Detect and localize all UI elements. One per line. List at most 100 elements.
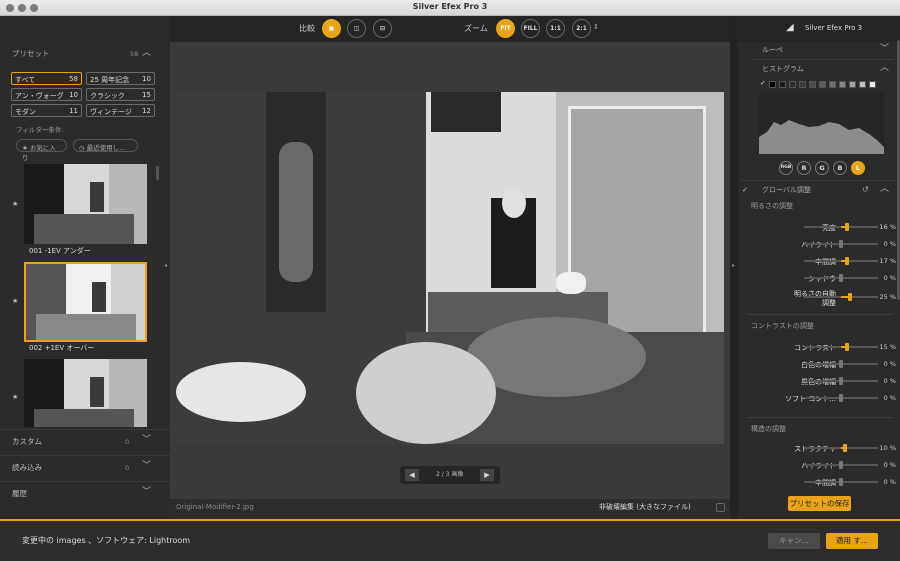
slider-knob[interactable] xyxy=(839,377,843,385)
channel-rgb-button[interactable]: RGB xyxy=(779,161,793,175)
adjustment-slider-row[interactable]: 亮度 16 % xyxy=(742,220,900,234)
tone-swatch[interactable] xyxy=(859,81,866,88)
apply-button[interactable]: 適用 す... xyxy=(826,533,878,549)
chevron-up-icon[interactable]: ︿ xyxy=(880,185,889,194)
chevron-down-icon[interactable]: ﹀ xyxy=(880,45,889,54)
collapse-arrow-icon[interactable]: ◂ xyxy=(164,263,167,269)
tone-swatch[interactable] xyxy=(819,81,826,88)
preset-category-modern[interactable]: モダン 11 xyxy=(11,104,82,117)
slider-knob[interactable] xyxy=(839,478,843,486)
slider-knob[interactable] xyxy=(845,257,849,265)
tone-swatch[interactable] xyxy=(779,81,786,88)
favorite-star-icon[interactable]: ★ xyxy=(12,393,18,401)
compare-single-view-icon[interactable]: ▣ xyxy=(322,19,341,38)
channel-r-button[interactable]: R xyxy=(797,161,811,175)
preset-thumbnail-selected[interactable] xyxy=(24,262,147,342)
adjustment-slider-row[interactable]: 中間調 17 % xyxy=(742,254,900,268)
adjustment-slider-row[interactable]: 明るさの自動調整 25 % xyxy=(742,290,900,308)
collapse-arrow-icon[interactable]: ▸ xyxy=(732,263,735,269)
favorite-star-icon[interactable]: ★ xyxy=(12,200,18,208)
zoom-stepper-icon[interactable]: ⇕ xyxy=(593,24,599,31)
chevron-down-icon: ﹀ xyxy=(142,461,152,471)
slider-knob[interactable] xyxy=(845,223,849,231)
preset-category-vintage[interactable]: ヴィンテージ 12 xyxy=(86,104,155,117)
custom-section[interactable]: カスタム 0 ﹀ xyxy=(0,429,170,455)
channel-g-button[interactable]: G xyxy=(815,161,829,175)
slider-knob[interactable] xyxy=(839,394,843,402)
slider-track[interactable] xyxy=(804,257,878,265)
preset-category-25th[interactable]: 25 周年記念 10 xyxy=(86,72,155,85)
adjustment-slider-row[interactable]: 中間調 0 % xyxy=(742,475,900,489)
slider-track[interactable] xyxy=(804,478,878,486)
global-enable-checkmark-icon[interactable]: ✓ xyxy=(742,187,748,194)
chevron-up-icon[interactable]: ︿ xyxy=(142,49,151,58)
adjustment-slider-row[interactable]: ハイライト 0 % xyxy=(742,237,900,251)
slider-track[interactable] xyxy=(804,343,878,351)
slider-track[interactable] xyxy=(804,461,878,469)
preset-category-all[interactable]: すべて 58 xyxy=(11,72,82,85)
adjustment-slider-row[interactable]: ソフト コント... 0 % xyxy=(742,391,900,405)
slider-value: 0 % xyxy=(883,360,896,368)
slider-knob[interactable] xyxy=(839,274,843,282)
preset-thumbnail[interactable] xyxy=(24,164,147,244)
slider-track[interactable] xyxy=(804,394,878,402)
loupe-section[interactable]: ルーペ xyxy=(762,47,783,54)
presets-header[interactable]: プリセット xyxy=(12,50,50,58)
tone-swatch[interactable] xyxy=(839,81,846,88)
slider-track[interactable] xyxy=(804,293,878,301)
adjustment-slider-row[interactable]: ストラクチャ 10 % xyxy=(742,441,900,455)
tone-swatch[interactable] xyxy=(789,81,796,88)
slider-knob[interactable] xyxy=(839,240,843,248)
slider-knob[interactable] xyxy=(848,293,852,301)
slider-track[interactable] xyxy=(804,274,878,282)
tone-swatch[interactable] xyxy=(799,81,806,88)
zoom-1-1-button[interactable]: 1:1 xyxy=(546,19,565,38)
filter-recent-chip[interactable]: ◷ 最近使用し... xyxy=(73,139,138,152)
zoom-2-1-button[interactable]: 2:1 xyxy=(572,19,591,38)
compare-split-view-icon[interactable]: ◫ xyxy=(347,19,366,38)
adjustment-slider-row[interactable]: コントラスト 15 % xyxy=(742,340,900,354)
slider-knob[interactable] xyxy=(839,360,843,368)
next-image-icon[interactable]: ▶ xyxy=(480,469,494,481)
slider-track[interactable] xyxy=(804,240,878,248)
slider-track[interactable] xyxy=(804,377,878,385)
save-preset-button[interactable]: プリセットの保存 xyxy=(788,496,851,511)
slider-track[interactable] xyxy=(804,223,878,231)
tone-swatch[interactable] xyxy=(849,81,856,88)
adjustment-slider-row[interactable]: ハイライト 0 % xyxy=(742,458,900,472)
slider-track[interactable] xyxy=(804,444,878,452)
preset-category-classic[interactable]: クラシック 15 xyxy=(86,88,155,101)
tone-swatch[interactable] xyxy=(769,81,776,88)
tone-swatch[interactable] xyxy=(869,81,876,88)
checkmark-icon[interactable]: ✓ xyxy=(760,80,766,87)
previous-image-icon[interactable]: ◀ xyxy=(405,469,419,481)
history-section[interactable]: 履歴 ﹀ xyxy=(0,481,170,507)
global-adjustments-section[interactable]: グローバル調整 xyxy=(762,187,811,194)
slider-knob[interactable] xyxy=(839,461,843,469)
slider-track[interactable] xyxy=(804,360,878,368)
preview-image[interactable] xyxy=(176,92,724,444)
tone-swatch[interactable] xyxy=(829,81,836,88)
chevron-up-icon[interactable]: ︿ xyxy=(880,64,889,73)
import-section[interactable]: 読み込み 0 ﹀ xyxy=(0,455,170,481)
preset-category-vogue[interactable]: アン・ヴォーグ 10 xyxy=(11,88,82,101)
cancel-button[interactable]: キャン... xyxy=(768,533,820,549)
channel-l-button[interactable]: L xyxy=(851,161,865,175)
scrollbar[interactable] xyxy=(156,166,159,180)
slider-knob[interactable] xyxy=(845,343,849,351)
adjustment-slider-row[interactable]: 白色の増幅 0 % xyxy=(742,357,900,371)
adjustment-slider-row[interactable]: 黒色の増幅 0 % xyxy=(742,374,900,388)
slider-knob[interactable] xyxy=(843,444,847,452)
reset-icon[interactable]: ↺ xyxy=(862,186,869,194)
favorite-star-icon[interactable]: ★ xyxy=(12,297,18,305)
zoom-fit-button[interactable]: FIT xyxy=(496,19,515,38)
zoom-fill-button[interactable]: FILL xyxy=(521,19,540,38)
channel-b-button[interactable]: B xyxy=(833,161,847,175)
compare-side-by-side-icon[interactable]: ⊟ xyxy=(373,19,392,38)
preset-thumbnail[interactable] xyxy=(24,359,147,427)
adjustment-slider-row[interactable]: シャドウ 0 % xyxy=(742,271,900,285)
filter-favorites-chip[interactable]: ★ お気に入り xyxy=(16,139,67,162)
histogram-section[interactable]: ヒストグラム xyxy=(762,66,804,73)
tone-swatch[interactable] xyxy=(809,81,816,88)
edit-mode-checkbox[interactable] xyxy=(716,503,725,512)
